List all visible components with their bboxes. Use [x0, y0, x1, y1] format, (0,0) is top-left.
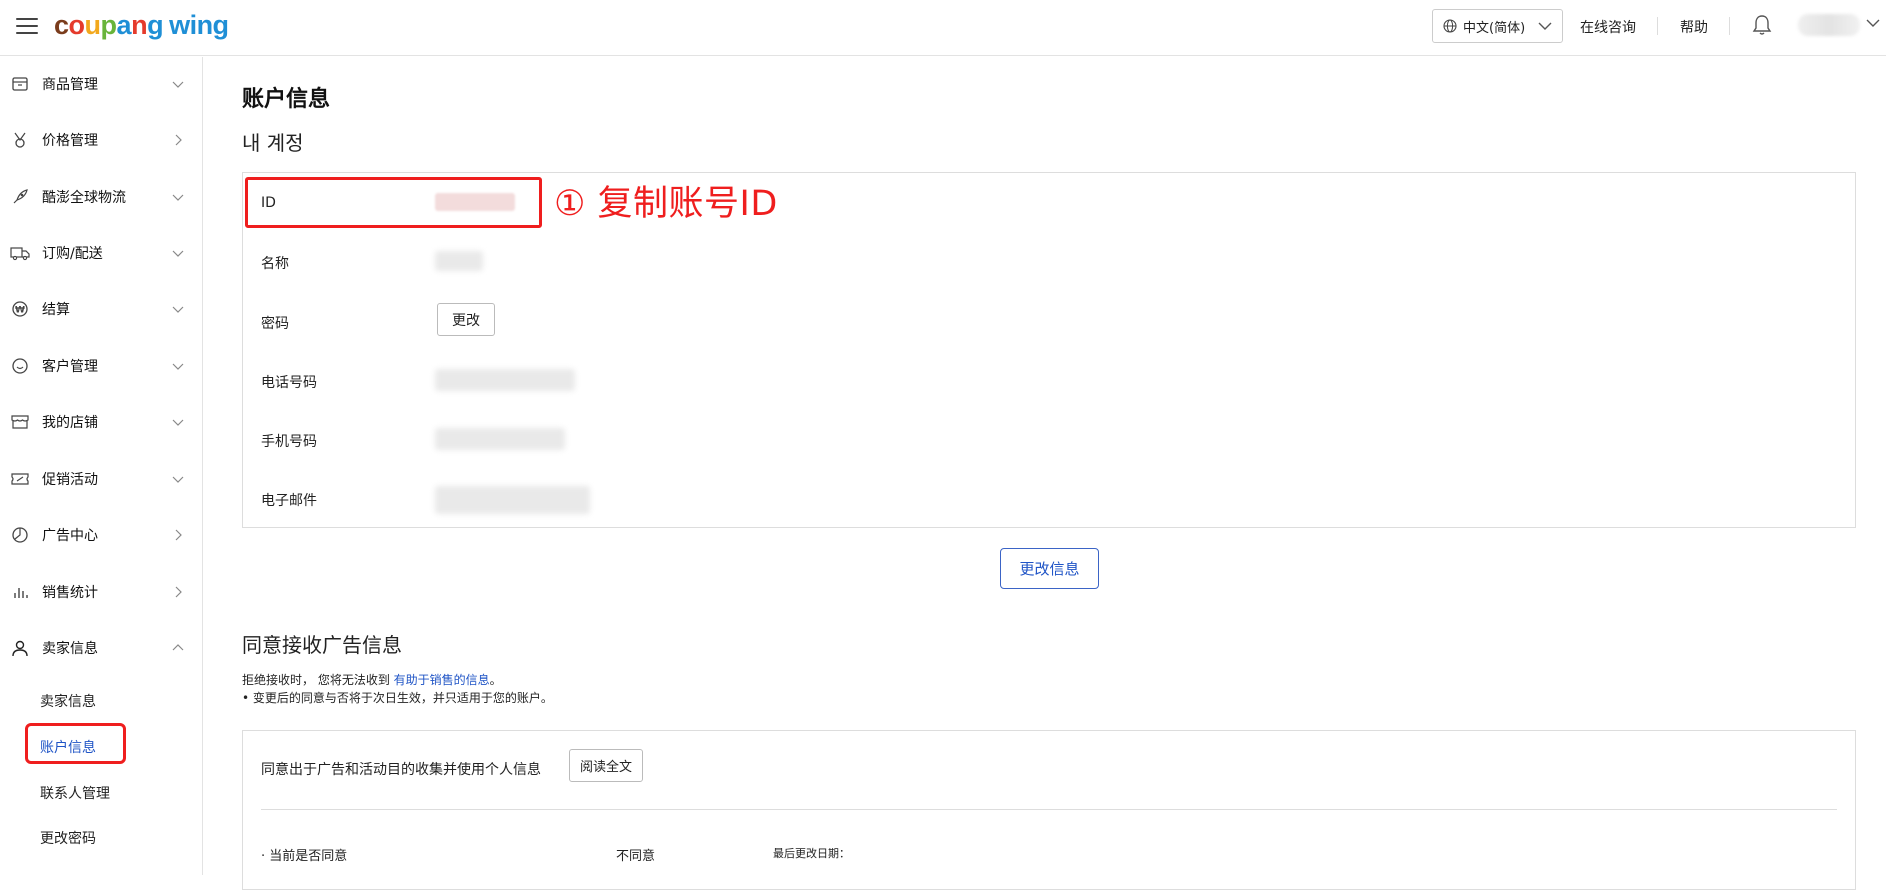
sales-info-link[interactable]: 有助于销售的信息 — [394, 673, 490, 687]
sidebar-item-label: 订购/配送 — [42, 246, 103, 262]
chevron-down-icon — [172, 419, 184, 426]
email-label: 电子邮件 — [261, 493, 317, 509]
online-consult-link[interactable]: 在线咨询 — [1580, 17, 1636, 37]
id-highlight-box — [245, 177, 542, 228]
sidebar-item-customers[interactable]: 客户管理 — [0, 346, 203, 386]
name-value-redacted — [435, 251, 483, 271]
chevron-down-icon — [172, 476, 184, 483]
sidebar-item-promotions[interactable]: 促销活动 — [0, 459, 203, 499]
consent-status-value: 不同意 — [616, 849, 656, 864]
sidebar-item-global-logistics[interactable]: 酷澎全球物流 — [0, 177, 203, 217]
ad-consent-note-2: • 变更后的同意与否将于次日生效，并只适用于您的账户。 — [242, 691, 553, 705]
user-icon — [10, 638, 30, 658]
last-changed-label: 最后更改日期： — [773, 847, 850, 860]
svg-text:₩: ₩ — [15, 306, 25, 316]
box-icon — [10, 74, 30, 94]
chevron-down-icon — [172, 306, 184, 313]
sidebar: 商品管理 价格管理 酷澎全球物流 订购/配送 ₩ 结算 客户管理 我的店铺 促销… — [0, 57, 203, 875]
pie-icon — [10, 525, 30, 545]
language-select[interactable]: 中文(简体) — [1432, 9, 1563, 43]
divider — [261, 809, 1837, 810]
sidebar-item-pricing[interactable]: 价格管理 — [0, 120, 203, 160]
read-full-text-button[interactable]: 阅读全文 — [569, 749, 643, 782]
chevron-down-icon — [172, 194, 184, 201]
sidebar-subitem-contacts[interactable]: 联系人管理 — [40, 783, 110, 803]
divider — [1657, 17, 1658, 35]
globe-icon — [1443, 19, 1457, 33]
page-title: 账户信息 — [242, 87, 331, 112]
change-password-button[interactable]: 更改 — [437, 303, 495, 336]
phone-value-redacted — [435, 369, 575, 391]
mobile-value-redacted — [435, 428, 565, 450]
divider — [1729, 17, 1730, 35]
sidebar-subitem-change-password[interactable]: 更改密码 — [40, 828, 96, 848]
menu-icon[interactable] — [16, 18, 38, 34]
sidebar-item-label: 客户管理 — [42, 359, 98, 375]
ticket-icon — [10, 469, 30, 489]
sidebar-subitem-account-info[interactable]: 账户信息 — [40, 737, 96, 757]
consent-text: 同意出于广告和活动目的收集并使用个人信息 — [261, 762, 541, 778]
chevron-down-icon — [1538, 22, 1552, 30]
chevron-right-icon — [175, 529, 182, 541]
chevron-down-icon — [172, 363, 184, 370]
name-label: 名称 — [261, 256, 289, 272]
sidebar-item-label: 销售统计 — [42, 585, 98, 601]
password-label: 密码 — [261, 316, 289, 332]
sidebar-item-label: 结算 — [42, 302, 70, 318]
sidebar-item-label: 我的店铺 — [42, 415, 98, 431]
chevron-down-icon — [172, 81, 184, 88]
email-value-redacted — [435, 486, 590, 514]
sidebar-item-label: 商品管理 — [42, 77, 98, 93]
main-content: 账户信息 내 계정 ID 名称 密码 更改 电话号码 手机号码 电子邮件 ① 复… — [204, 57, 1886, 890]
chevron-down-icon — [172, 250, 184, 257]
account-menu[interactable] — [1798, 14, 1860, 36]
coupang-wing-logo[interactable]: coupang wing — [54, 10, 229, 41]
mobile-label: 手机号码 — [261, 434, 317, 450]
consent-status-label: · 当前是否同意 — [261, 849, 348, 864]
ad-consent-title: 同意接收广告信息 — [242, 633, 402, 657]
medal-icon — [10, 130, 30, 150]
sidebar-item-settlement[interactable]: ₩ 结算 — [0, 289, 203, 329]
bell-icon[interactable] — [1752, 14, 1772, 36]
help-link[interactable]: 帮助 — [1680, 17, 1708, 37]
sidebar-item-sales-stats[interactable]: 销售统计 — [0, 572, 203, 612]
sidebar-item-seller-info[interactable]: 卖家信息 — [0, 628, 203, 668]
top-bar: coupang wing 中文(简体) 在线咨询 帮助 — [0, 0, 1886, 56]
sidebar-item-orders[interactable]: 订购/配送 — [0, 233, 203, 273]
sidebar-item-label: 广告中心 — [42, 528, 98, 544]
consent-card: 同意出于广告和活动目的收集并使用个人信息 阅读全文 · 当前是否同意 不同意 最… — [242, 730, 1856, 890]
sidebar-item-label: 促销活动 — [42, 472, 98, 488]
language-label: 中文(简体) — [1463, 20, 1526, 36]
section-subtitle: 내 계정 — [242, 131, 304, 155]
store-icon — [10, 412, 30, 432]
bar-chart-icon — [10, 582, 30, 602]
won-icon: ₩ — [10, 299, 30, 319]
sidebar-item-label: 酷澎全球物流 — [42, 190, 126, 206]
sidebar-item-my-store[interactable]: 我的店铺 — [0, 402, 203, 442]
sidebar-subitem-seller-info[interactable]: 卖家信息 — [40, 691, 96, 711]
sidebar-item-products[interactable]: 商品管理 — [0, 64, 203, 104]
sidebar-item-ad-center[interactable]: 广告中心 — [0, 515, 203, 555]
truck-icon — [10, 243, 30, 263]
ad-consent-note: 拒绝接收时， 您将无法收到 有助于销售的信息。 — [242, 673, 502, 687]
chevron-right-icon — [175, 586, 182, 598]
annotation-copy-id: ① 复制账号ID — [554, 184, 778, 224]
sidebar-item-label: 价格管理 — [42, 133, 98, 149]
smile-icon — [10, 356, 30, 376]
phone-label: 电话号码 — [261, 375, 317, 391]
chevron-down-icon[interactable] — [1866, 18, 1880, 28]
rocket-icon — [10, 187, 30, 207]
sidebar-item-label: 卖家信息 — [42, 641, 98, 657]
update-info-button[interactable]: 更改信息 — [1000, 548, 1099, 589]
chevron-right-icon — [175, 134, 182, 146]
chevron-up-icon — [172, 644, 184, 651]
